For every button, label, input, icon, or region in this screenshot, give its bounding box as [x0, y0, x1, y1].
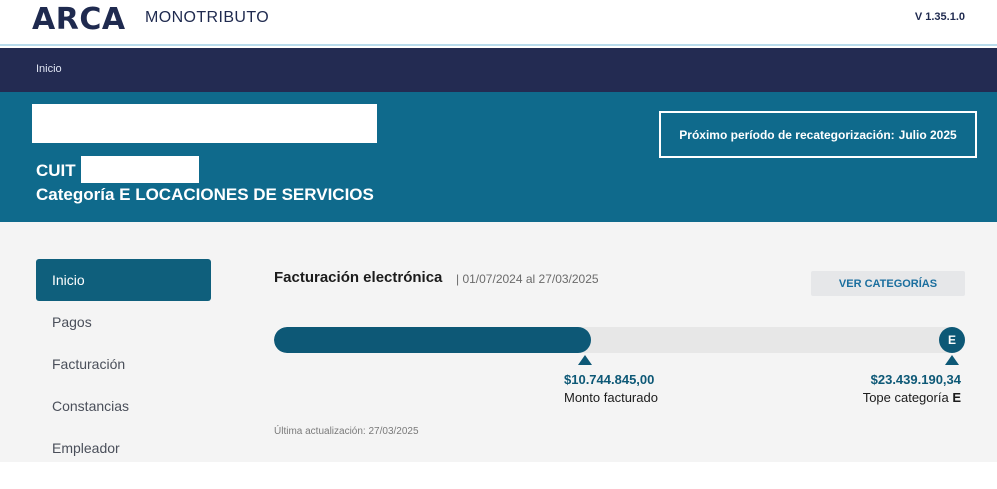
product-name: MONOTRIBUTO [145, 9, 270, 26]
sidebar-item-label: Facturación [52, 356, 126, 372]
tope-categoria-value: $23.439.190,34 [870, 372, 961, 387]
sidebar-item-inicio[interactable]: Inicio [36, 259, 211, 301]
redacted-cuit-number [81, 156, 199, 183]
main-content: Inicio Pagos Facturación Constancias Emp… [0, 222, 997, 462]
monto-facturado-value: $10.744.845,00 [564, 372, 655, 387]
tope-marker-icon [945, 355, 959, 365]
breadcrumb-bar: Inicio [0, 48, 997, 92]
sidebar-item-label: Inicio [52, 272, 85, 288]
category-badge: E [939, 327, 965, 353]
tope-categoria-letter: E [952, 390, 961, 405]
arca-logo[interactable]: ARCA [32, 2, 126, 37]
monto-marker-icon [578, 355, 592, 365]
recat-value: Julio 2025 [898, 127, 957, 142]
cuit-label: CUIT [36, 161, 76, 180]
app-version: V 1.35.1.0 [914, 11, 965, 23]
top-header: ARCA MONOTRIBUTO V 1.35.1.0 [0, 0, 997, 46]
breadcrumb-inicio[interactable]: Inicio [36, 63, 62, 75]
sidebar-item-label: Empleador [52, 440, 120, 456]
facturacion-title: Facturación electrónica [274, 269, 443, 286]
sidebar-item-facturacion[interactable]: Facturación [36, 343, 211, 385]
billing-progress-fill [274, 327, 591, 353]
facturacion-date-range: | 01/07/2024 al 27/03/2025 [456, 272, 599, 286]
billing-progress-track [274, 327, 965, 353]
redacted-taxpayer-name [32, 104, 377, 143]
sidebar-item-constancias[interactable]: Constancias [36, 385, 211, 427]
categoria-label: Categoría E LOCACIONES DE SERVICIOS [36, 185, 374, 204]
sidebar-item-pagos[interactable]: Pagos [36, 301, 211, 343]
sidebar-item-label: Constancias [52, 398, 130, 414]
tope-categoria-label: Tope categoría [862, 390, 949, 405]
tope-categoria-caption: Tope categoría E [863, 390, 961, 405]
page-footer-area [0, 462, 997, 489]
recategorization-box: Próximo período de recategorización: Jul… [659, 111, 977, 158]
sidebar-item-label: Pagos [52, 314, 92, 330]
monto-facturado-label: Monto facturado [564, 390, 658, 405]
recat-label: Próximo período de recategorización: [679, 127, 895, 142]
taxpayer-banner: CUIT Categoría E LOCACIONES DE SERVICIOS… [0, 92, 997, 222]
ver-categorias-button[interactable]: VER CATEGORÍAS [811, 271, 965, 296]
last-updated: Última actualización: 27/03/2025 [274, 426, 419, 437]
